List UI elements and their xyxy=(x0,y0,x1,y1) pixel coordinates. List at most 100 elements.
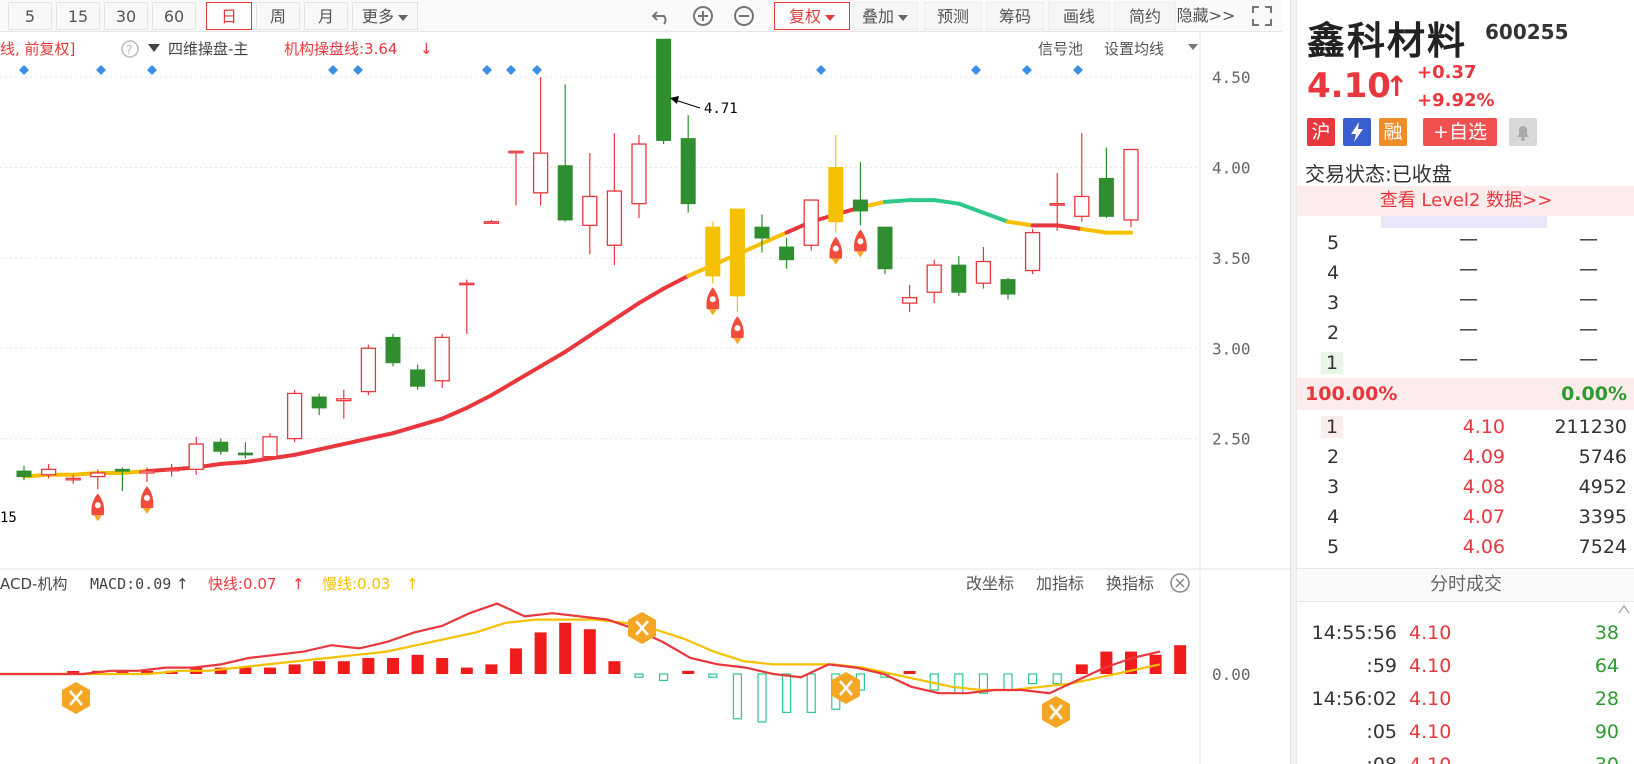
zoom-in-icon[interactable] xyxy=(691,4,715,28)
bid-level: 4 xyxy=(1327,506,1340,528)
change-amount: +0.37 xyxy=(1417,62,1477,83)
y-tick-label: 4.00 xyxy=(1212,159,1251,178)
rocket-signals xyxy=(91,229,867,522)
signal-diamond[interactable] xyxy=(328,65,338,75)
inst-line-segment xyxy=(440,405,469,421)
inst-line-segment xyxy=(415,416,445,428)
macd-bar xyxy=(559,622,572,674)
fuquan-label: 复权 xyxy=(788,7,821,26)
signal-diamond[interactable] xyxy=(147,65,157,75)
candle xyxy=(459,279,475,334)
bid-level: 1 xyxy=(1321,416,1344,438)
trading-status: 交易状态:已收盘 xyxy=(1305,158,1452,187)
close-icon[interactable] xyxy=(1170,573,1190,593)
trade-time: :05 xyxy=(1366,721,1397,743)
swap-indicator-button[interactable]: 换指标 xyxy=(1106,574,1154,593)
period-15min-button[interactable]: 15 xyxy=(56,2,100,30)
candle xyxy=(828,135,844,233)
signal-pool-button[interactable]: 信号池 xyxy=(1038,40,1083,58)
candlesticks xyxy=(16,38,1139,492)
draw-line-button[interactable]: 画线 xyxy=(1048,2,1110,30)
add-watchlist-button[interactable]: +自选 xyxy=(1423,118,1497,146)
signal-diamond[interactable] xyxy=(816,65,826,75)
ask-volume: — xyxy=(1579,318,1598,340)
macd-chart[interactable]: ACD-机构 MACD:0.09 ↑ 快线:0.07 ↑ 慢线:0.03 ↑ 改… xyxy=(0,570,1290,764)
signal-diamond[interactable] xyxy=(506,65,516,75)
signal-diamond[interactable] xyxy=(971,65,981,75)
y-tick-label: 3.50 xyxy=(1212,249,1251,268)
shanghai-badge[interactable]: 沪 xyxy=(1307,118,1335,146)
rocket-icon xyxy=(706,287,720,316)
bell-icon[interactable] xyxy=(1509,118,1537,146)
more-label: 更多 xyxy=(361,7,394,26)
simple-mode-button[interactable]: 简约 xyxy=(1114,2,1176,30)
fullscreen-icon[interactable] xyxy=(1250,4,1274,28)
set-ma-caret-icon[interactable] xyxy=(1188,44,1198,50)
macd-bar xyxy=(510,648,522,674)
fuquan-dropdown[interactable]: 复权 xyxy=(774,2,850,30)
signal-diamond[interactable] xyxy=(1022,65,1032,75)
period-week-button[interactable]: 周 xyxy=(256,2,300,30)
add-indicator-button[interactable]: 加指标 xyxy=(1036,574,1084,593)
signal-diamond[interactable] xyxy=(353,65,363,75)
period-5min-button[interactable]: 5 xyxy=(8,2,52,30)
cross-signal-icon xyxy=(62,682,90,714)
trade-price: 4.10 xyxy=(1409,721,1452,743)
set-ma-button[interactable]: 设置均线 xyxy=(1104,40,1164,58)
trade-volume: 28 xyxy=(1594,688,1619,710)
margin-badge[interactable]: 融 xyxy=(1379,118,1407,146)
price-chart[interactable]: 4.50 4.00 3.50 3.00 2.50 线, 前复权] ? 四维操盘-主 机构… xyxy=(0,32,1290,570)
inst-line-segment xyxy=(464,393,494,410)
macd-bar xyxy=(288,664,301,674)
period-day-button[interactable]: 日 xyxy=(206,2,252,30)
ask-volume: — xyxy=(1579,258,1598,280)
lightning-icon[interactable] xyxy=(1343,118,1371,146)
inst-line-segment xyxy=(1006,219,1035,228)
macd-histogram xyxy=(67,622,1187,723)
signal-diamond[interactable] xyxy=(532,65,542,75)
signal-diamond[interactable] xyxy=(482,65,492,75)
candle xyxy=(877,226,893,275)
signal-diamond[interactable] xyxy=(19,65,29,75)
ask-price: — xyxy=(1459,228,1478,250)
macd-bar xyxy=(387,658,399,674)
trade-row: :08 4.10 30 xyxy=(1297,754,1634,764)
indicator-name[interactable]: 四维操盘-主 xyxy=(168,40,248,58)
slow-line-value: 慢线:0.03 xyxy=(322,575,390,593)
candle xyxy=(729,208,745,313)
period-30min-button[interactable]: 30 xyxy=(104,2,148,30)
macd-indicator-name[interactable]: ACD-机构 xyxy=(0,575,67,593)
svg-text:?: ? xyxy=(126,43,132,57)
candle xyxy=(163,463,180,477)
bid-row: 4 4.07 3395 xyxy=(1297,502,1634,531)
inst-line-segment xyxy=(563,333,592,354)
macd-bar xyxy=(239,667,252,674)
period-month-button[interactable]: 月 xyxy=(304,2,348,30)
candle xyxy=(286,389,303,443)
bid-level: 2 xyxy=(1327,446,1340,468)
up-arrow-icon: ↑ xyxy=(176,575,189,593)
chips-button[interactable]: 筹码 xyxy=(986,2,1044,30)
overlay-dropdown[interactable]: 叠加 xyxy=(852,2,918,30)
scroll-up-icon[interactable] xyxy=(1618,604,1630,614)
undo-icon[interactable] xyxy=(650,4,674,28)
inst-line-segment xyxy=(932,198,961,206)
trade-price: 4.10 xyxy=(1409,622,1452,644)
help-icon[interactable]: ? xyxy=(121,40,139,58)
forecast-button[interactable]: 预测 xyxy=(924,2,982,30)
level2-link[interactable]: 查看 Level2 数据>> xyxy=(1297,186,1634,216)
candle xyxy=(1098,147,1114,219)
change-axis-button[interactable]: 改坐标 xyxy=(966,574,1014,593)
cross-signal-icon xyxy=(628,612,656,644)
candle xyxy=(532,77,549,206)
macd-bar xyxy=(264,667,276,674)
hide-panel-button[interactable]: 隐藏>> xyxy=(1176,2,1236,30)
signal-diamond[interactable] xyxy=(1073,65,1083,75)
zoom-out-icon[interactable] xyxy=(732,4,756,28)
indicator-dropdown-caret-icon[interactable] xyxy=(148,44,160,52)
more-periods-dropdown[interactable]: 更多 xyxy=(352,2,418,30)
bid-volume: 4952 xyxy=(1578,476,1627,498)
signal-diamond[interactable] xyxy=(96,65,106,75)
ask-level: 4 xyxy=(1327,262,1340,284)
period-60min-button[interactable]: 60 xyxy=(152,2,196,30)
